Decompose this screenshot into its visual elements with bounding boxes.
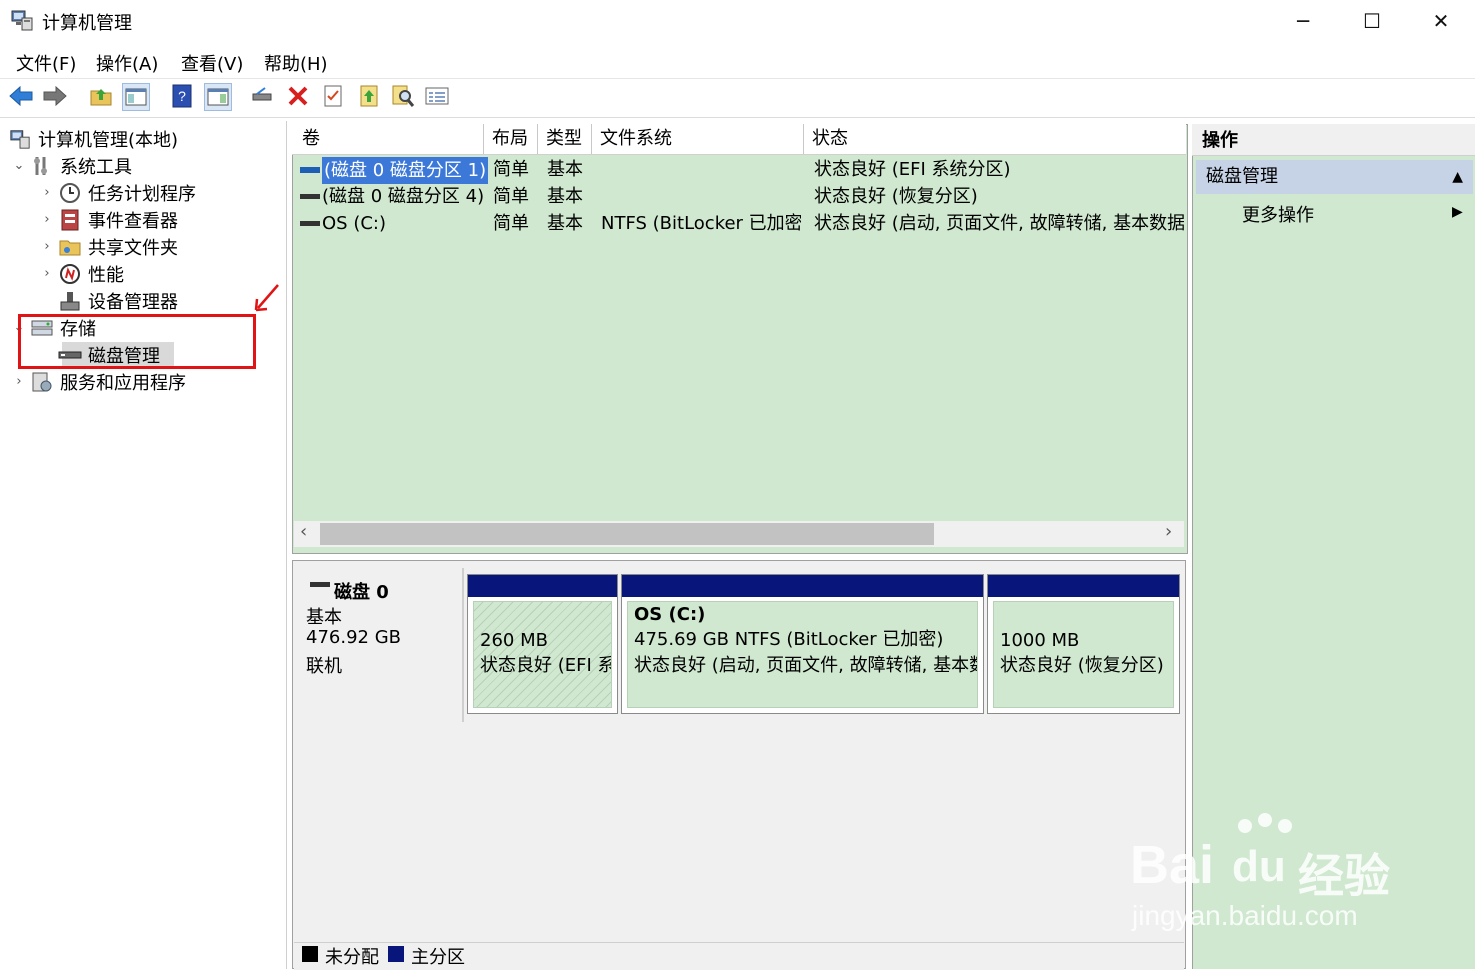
delete-icon[interactable]: [285, 83, 311, 109]
window-title: 计算机管理: [42, 13, 132, 34]
show-hide-action-pane-icon[interactable]: [204, 83, 232, 111]
tree-item-shared-folders[interactable]: › 共享文件夹: [40, 233, 178, 260]
annotation-box: [18, 314, 256, 369]
volume-icon: [300, 167, 320, 173]
tree-root[interactable]: 计算机管理(本地): [8, 125, 178, 152]
partition-status: 状态良好 (EFI 系统分区): [480, 655, 611, 676]
disk-type: 基本: [306, 607, 342, 628]
column-status[interactable]: 状态: [804, 124, 1184, 154]
minimize-button[interactable]: ─: [1268, 0, 1338, 42]
services-icon: [30, 371, 54, 393]
partition-size: 260 MB: [480, 630, 548, 651]
table-row[interactable]: (磁盘 0 磁盘分区 1): [298, 157, 489, 184]
tree-item-system-tools[interactable]: ⌄ 系统工具: [12, 152, 132, 179]
close-button[interactable]: ✕: [1406, 0, 1475, 42]
partition-size: 1000 MB: [1000, 630, 1080, 651]
partition-efi[interactable]: 260 MB 状态良好 (EFI 系统分区): [467, 574, 618, 714]
collapse-icon[interactable]: ▲: [1452, 160, 1463, 194]
scrollbar-thumb[interactable]: [320, 523, 934, 545]
clock-icon: [58, 182, 82, 204]
partition-recovery[interactable]: 1000 MB 状态良好 (恢复分区): [987, 574, 1180, 714]
menu-view[interactable]: 查看(V): [181, 50, 243, 76]
tools-icon: [30, 155, 54, 177]
tree-item-performance[interactable]: › 性能: [40, 260, 124, 287]
actions-section-disk-management[interactable]: 磁盘管理 ▲: [1196, 160, 1473, 194]
chevron-right-icon[interactable]: ›: [40, 239, 54, 254]
svg-text:?: ?: [178, 88, 186, 104]
legend-swatch-unallocated: [302, 946, 318, 962]
chevron-right-icon[interactable]: ›: [40, 185, 54, 200]
scroll-left-icon[interactable]: ‹: [300, 521, 307, 542]
disk-info[interactable]: 磁盘 0 基本 476.92 GB 联机: [294, 568, 464, 722]
shared-folder-icon: [58, 236, 82, 258]
tree-item-device-manager[interactable]: 设备管理器: [40, 287, 178, 314]
column-layout[interactable]: 布局: [484, 124, 538, 154]
chevron-right-icon[interactable]: ›: [40, 266, 54, 281]
menu-action[interactable]: 操作(A): [96, 50, 158, 76]
disk-state: 联机: [306, 656, 342, 677]
title-bar: [0, 0, 1475, 42]
column-volume[interactable]: 卷: [294, 124, 484, 154]
baidu-watermark: Bai du 经验 jingyan.baidu.com: [1130, 812, 1430, 942]
chevron-right-icon[interactable]: ›: [12, 374, 26, 389]
show-hide-tree-icon[interactable]: [122, 83, 150, 111]
partition-os[interactable]: OS (C:) 475.69 GB NTFS (BitLocker 已加密) 状…: [621, 574, 984, 714]
table-row[interactable]: (磁盘 0 磁盘分区 4): [298, 183, 484, 210]
legend-unallocated: 未分配: [325, 947, 379, 968]
maximize-button[interactable]: ☐: [1337, 0, 1407, 42]
search-icon[interactable]: [390, 83, 416, 109]
partition-size: 475.69 GB NTFS (BitLocker 已加密): [634, 629, 944, 650]
more-actions[interactable]: 更多操作: [1242, 201, 1314, 227]
disk-name: 磁盘 0: [334, 582, 389, 603]
partition-status: 状态良好 (启动, 页面文件, 故障转储, 基本数据分区): [634, 655, 977, 676]
properties-icon[interactable]: [320, 83, 346, 109]
partition-status: 状态良好 (恢复分区): [1000, 655, 1164, 676]
computer-management-icon: [11, 10, 33, 31]
annotation-arrow-icon: [254, 284, 279, 312]
disk-size: 476.92 GB: [306, 627, 402, 648]
performance-icon: [58, 263, 82, 285]
table-row[interactable]: OS (C:): [298, 210, 484, 237]
connect-drive-icon[interactable]: [250, 83, 276, 109]
computer-management-icon: [8, 128, 32, 150]
watermark-brand: Bai: [1130, 835, 1215, 895]
volume-icon: [300, 194, 320, 199]
chevron-right-icon[interactable]: ›: [40, 212, 54, 227]
event-viewer-icon: [58, 209, 82, 231]
device-manager-icon: [58, 290, 82, 312]
column-filesystem[interactable]: 文件系统: [592, 124, 804, 154]
tree-item-event-viewer[interactable]: › 事件查看器: [40, 206, 178, 233]
legend-primary: 主分区: [411, 947, 465, 968]
watermark-paw: du: [1232, 842, 1286, 891]
back-arrow-icon[interactable]: [8, 83, 34, 109]
submenu-arrow-icon[interactable]: ▶: [1452, 204, 1463, 220]
chevron-down-icon[interactable]: ⌄: [12, 158, 26, 173]
list-view-icon[interactable]: [424, 83, 450, 109]
volume-icon: [300, 221, 320, 226]
menu-help[interactable]: 帮助(H): [264, 50, 328, 76]
help-icon[interactable]: ?: [169, 83, 195, 109]
export-icon[interactable]: [356, 83, 382, 109]
watermark-cn: 经验: [1298, 849, 1390, 903]
actions-header: 操作: [1192, 124, 1475, 156]
column-type[interactable]: 类型: [538, 124, 592, 154]
disk-icon: [310, 582, 330, 587]
forward-arrow-icon[interactable]: [42, 83, 68, 109]
tree-item-task-scheduler[interactable]: › 任务计划程序: [40, 179, 196, 206]
menu-file[interactable]: 文件(F): [16, 50, 76, 76]
scroll-right-icon[interactable]: ›: [1165, 521, 1172, 542]
partition-title: OS (C:): [634, 604, 706, 625]
tree-item-services-applications[interactable]: › 服务和应用程序: [12, 368, 186, 395]
tree-root-label: 计算机管理(本地): [38, 129, 179, 151]
up-folder-icon[interactable]: [88, 83, 114, 109]
legend-swatch-primary: [388, 946, 404, 962]
watermark-url: jingyan.baidu.com: [1132, 900, 1358, 931]
